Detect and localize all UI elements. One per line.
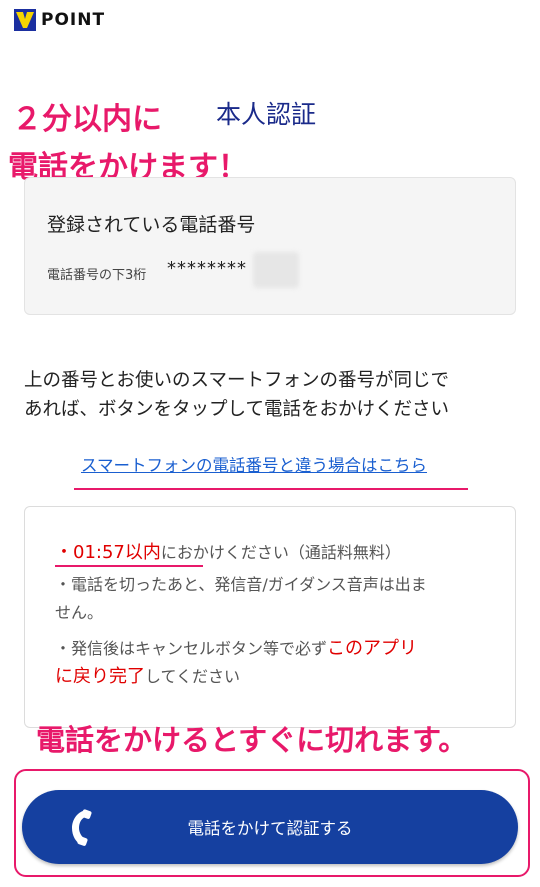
info-line-time: ・01:57以内におかけください（通話料無料） [55, 539, 495, 567]
different-number-link[interactable]: スマートフォンの電話番号と違う場合はこちら [81, 452, 427, 476]
annotation-hangs-up: 電話をかけるとすぐに切れます。 [36, 723, 468, 757]
registered-phone-label: 登録されている電話番号 [47, 214, 256, 236]
annotation-time-underline [55, 565, 203, 567]
logo-text: POINT [41, 10, 106, 30]
info-line-hangup: ・電話を切ったあと、発信音/ガイダンス音声は出ま せん。 [55, 571, 495, 627]
last-digits-label: 電話番号の下3桁 [47, 268, 147, 283]
call-verify-label: 電話をかけて認証する [187, 819, 353, 838]
page-title: 本人認証 [216, 100, 317, 129]
blurred-digits [253, 252, 299, 288]
time-limit-rest: におかけください（通話料無料） [160, 543, 401, 562]
call-verify-button[interactable]: 電話をかけて認証する [22, 790, 518, 864]
v-logo-icon [14, 9, 36, 31]
info-return-pre: ・発信後はキャンセルボタン等で必ず [55, 639, 328, 658]
info-bullet: ・ [55, 542, 73, 563]
registered-phone-card: 登録されている電話番号 電話番号の下3桁 ******** [24, 177, 516, 315]
info-return-post: してください [145, 667, 241, 686]
info-return-highlight-1: このアプリ [327, 638, 418, 659]
info-card: ・01:57以内におかけください（通話料無料） ・電話を切ったあと、発信音/ガイ… [24, 506, 516, 728]
info-return-highlight-2: に戻り完了 [55, 666, 145, 687]
instruction-text: 上の番号とお使いのスマートフォンの番号が同じで あれば、ボタンをタップして電話を… [24, 366, 524, 424]
info-line-return: ・発信後はキャンセルボタン等で必ずこのアプリ に戻り完了してください [55, 635, 495, 691]
app-logo: POINT [14, 8, 105, 32]
instruction-line-1: 上の番号とお使いのスマートフォンの番号が同じで [24, 370, 449, 391]
instruction-line-2: あれば、ボタンをタップして電話をおかけください [24, 399, 449, 420]
info-line-hangup-1: ・電話を切ったあと、発信音/ガイダンス音声は出ま [55, 575, 427, 594]
time-limit: 01:57以内 [73, 542, 161, 563]
annotation-link-underline [74, 488, 468, 490]
annotation-two-minutes: ２分以内に [12, 102, 162, 137]
info-line-hangup-2: せん。 [55, 603, 104, 622]
masked-phone-number: ******** [167, 258, 247, 279]
